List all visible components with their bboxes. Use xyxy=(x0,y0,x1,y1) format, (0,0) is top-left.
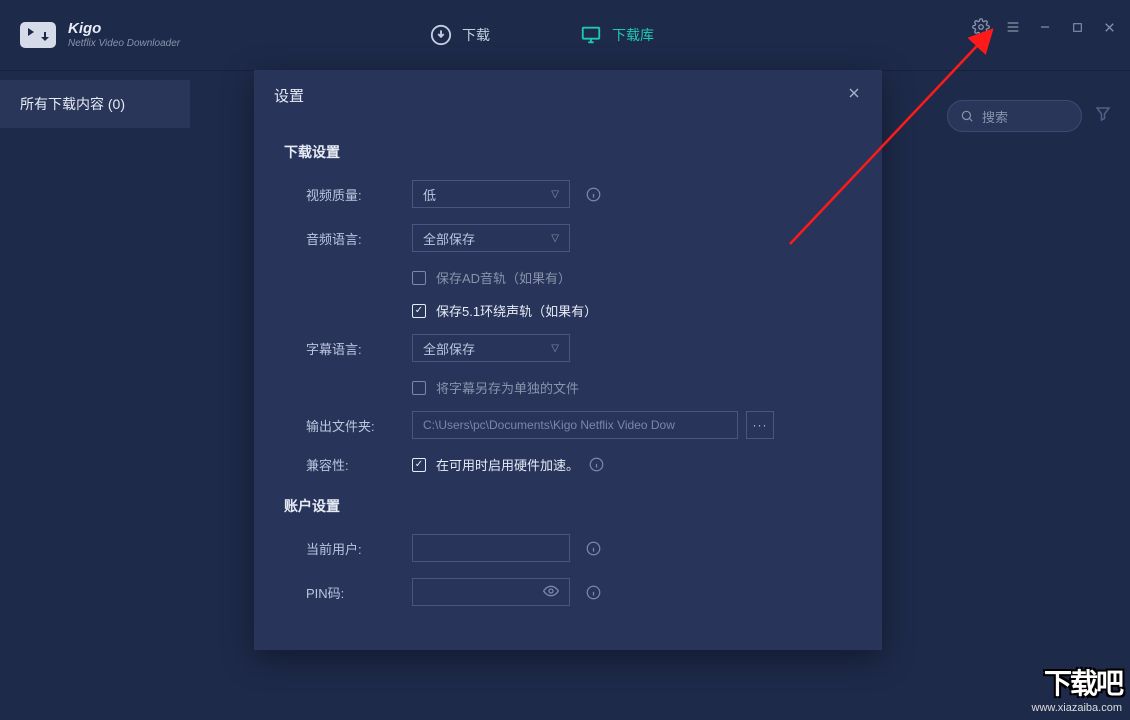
chevron-down-icon: ▽ xyxy=(551,343,559,354)
output-folder-value: C:\Users\pc\Documents\Kigo Netflix Video… xyxy=(423,418,675,432)
maximize-button[interactable] xyxy=(1068,18,1086,36)
subtitle-lang-select[interactable]: 全部保存 ▽ xyxy=(412,334,570,362)
dialog-title: 设置 xyxy=(274,85,304,106)
row-compatibility: 兼容性: 在可用时启用硬件加速。 xyxy=(284,455,852,474)
brand-subtitle: Netflix Video Downloader xyxy=(68,38,180,49)
search-placeholder: 搜索 xyxy=(982,107,1008,126)
brand-name: Kigo xyxy=(68,21,180,38)
save-ad-audio-label: 保存AD音轨（如果有） xyxy=(436,268,571,287)
current-user-label: 当前用户: xyxy=(284,539,412,558)
subtitle-lang-label: 字幕语言: xyxy=(284,339,412,358)
output-folder-label: 输出文件夹: xyxy=(284,416,412,435)
tab-library[interactable]: 下载库 xyxy=(580,24,654,46)
compat-checkbox[interactable] xyxy=(412,458,426,472)
topbar: Kigo Netflix Video Downloader 下载 下载库 xyxy=(0,0,1130,70)
sidebar-all-downloads[interactable]: 所有下载内容 (0) xyxy=(0,80,190,128)
audio-lang-label: 音频语言: xyxy=(284,229,412,248)
menu-icon[interactable] xyxy=(1004,18,1022,36)
save-51-audio-label: 保存5.1环绕声轨（如果有） xyxy=(436,301,597,320)
library-icon xyxy=(580,24,602,46)
pin-input[interactable] xyxy=(412,578,570,606)
watermark: 下载吧 www.xiazaiba.com xyxy=(1032,662,1122,714)
sidebar-all-downloads-label: 所有下载内容 (0) xyxy=(20,96,125,112)
eye-icon[interactable] xyxy=(543,583,559,602)
chevron-down-icon: ▽ xyxy=(551,233,559,244)
save-sub-separately-checkbox[interactable] xyxy=(412,381,426,395)
browse-label: ··· xyxy=(753,418,768,432)
output-folder-input[interactable]: C:\Users\pc\Documents\Kigo Netflix Video… xyxy=(412,411,738,439)
window-controls xyxy=(972,18,1118,36)
info-icon[interactable] xyxy=(589,457,604,472)
section-download-title: 下载设置 xyxy=(284,142,852,162)
row-current-user: 当前用户: xyxy=(284,534,852,562)
audio-lang-value: 全部保存 xyxy=(423,229,475,248)
current-user-input[interactable] xyxy=(412,534,570,562)
save-51-audio-checkbox[interactable] xyxy=(412,304,426,318)
app-logo-icon xyxy=(20,22,56,48)
sidebar: 所有下载内容 (0) xyxy=(0,80,190,128)
compat-text: 在可用时启用硬件加速。 xyxy=(436,455,579,474)
watermark-text: 下载吧 xyxy=(1032,662,1122,702)
row-audio-language: 音频语言: 全部保存 ▽ xyxy=(284,224,852,252)
filter-icon[interactable] xyxy=(1094,105,1112,128)
save-sub-separately-label: 将字幕另存为单独的文件 xyxy=(436,378,579,397)
close-button[interactable] xyxy=(1100,18,1118,36)
logo-area: Kigo Netflix Video Downloader xyxy=(0,21,430,49)
row-subtitle-language: 字幕语言: 全部保存 ▽ xyxy=(284,334,852,362)
save-ad-audio-checkbox[interactable] xyxy=(412,271,426,285)
search-icon xyxy=(960,109,974,123)
row-video-quality: 视频质量: 低 ▽ xyxy=(284,180,852,208)
row-pin: PIN码: xyxy=(284,578,852,606)
settings-dialog: 设置 下载设置 视频质量: 低 ▽ 音频语言: 全部保存 xyxy=(254,70,882,650)
tab-download[interactable]: 下载 xyxy=(430,24,490,46)
minimize-button[interactable] xyxy=(1036,18,1054,36)
subtitle-lang-value: 全部保存 xyxy=(423,339,475,358)
info-icon[interactable] xyxy=(586,585,601,600)
watermark-url: www.xiazaiba.com xyxy=(1032,702,1122,714)
tab-download-label: 下载 xyxy=(462,25,490,45)
row-save-sub-separately: 将字幕另存为单独的文件 xyxy=(412,378,852,397)
video-quality-select[interactable]: 低 ▽ xyxy=(412,180,570,208)
download-icon xyxy=(430,24,452,46)
chevron-down-icon: ▽ xyxy=(551,189,559,200)
compat-label: 兼容性: xyxy=(284,455,412,474)
tab-library-label: 下载库 xyxy=(612,25,654,45)
settings-icon[interactable] xyxy=(972,18,990,36)
row-save-ad-audio: 保存AD音轨（如果有） xyxy=(412,268,852,287)
dialog-body: 下载设置 视频质量: 低 ▽ 音频语言: 全部保存 ▽ xyxy=(254,120,882,632)
video-quality-label: 视频质量: xyxy=(284,185,412,204)
search-row: 搜索 xyxy=(947,100,1112,132)
info-icon[interactable] xyxy=(586,541,601,556)
info-icon[interactable] xyxy=(586,187,601,202)
row-output-folder: 输出文件夹: C:\Users\pc\Documents\Kigo Netfli… xyxy=(284,411,852,439)
main-tabs: 下载 下载库 xyxy=(430,24,654,46)
section-account-title: 账户设置 xyxy=(284,496,852,516)
audio-lang-select[interactable]: 全部保存 ▽ xyxy=(412,224,570,252)
row-save-51-audio: 保存5.1环绕声轨（如果有） xyxy=(412,301,852,320)
browse-folder-button[interactable]: ··· xyxy=(746,411,774,439)
brand-text: Kigo Netflix Video Downloader xyxy=(68,21,180,49)
dialog-close-button[interactable] xyxy=(846,85,862,106)
video-quality-value: 低 xyxy=(423,185,436,204)
dialog-header: 设置 xyxy=(254,70,882,120)
pin-label: PIN码: xyxy=(284,583,412,602)
search-input[interactable]: 搜索 xyxy=(947,100,1082,132)
